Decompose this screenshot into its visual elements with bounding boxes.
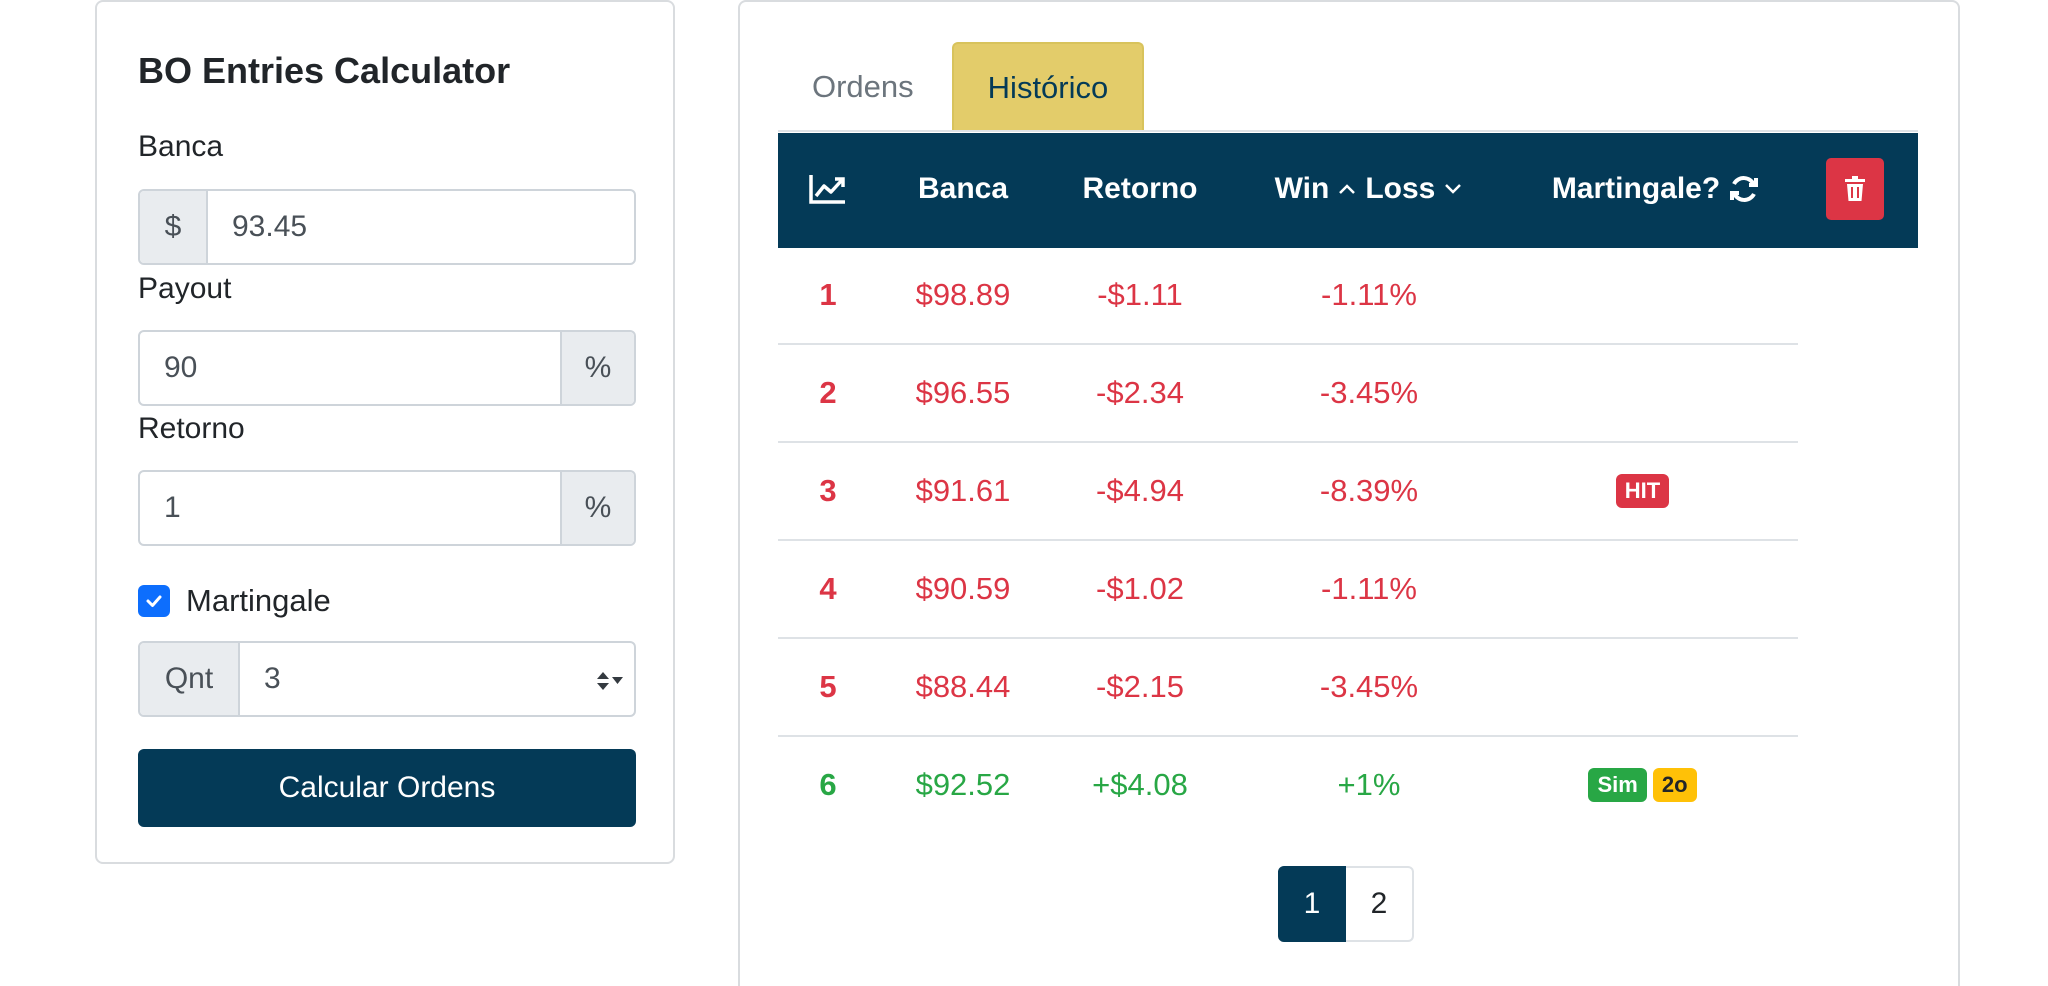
header-win[interactable]: Win — [1275, 172, 1330, 206]
page-1-button[interactable]: 1 — [1278, 866, 1346, 942]
retorno-suffix: % — [560, 472, 634, 544]
payout-label: Payout — [138, 272, 232, 305]
row-retorno: -$1.02 — [1096, 571, 1184, 606]
header-win-loss: Win Loss — [1232, 133, 1506, 245]
banca-prefix: $ — [140, 191, 208, 263]
row-martingale — [1506, 541, 1779, 637]
history-card: Ordens Histórico Banca Retorno Win Loss … — [738, 0, 1960, 986]
row-retorno: -$1.11 — [1097, 277, 1183, 312]
table-row: 5 $88.44 -$2.15 -3.45% — [778, 639, 1798, 737]
table-row: 3 $91.61 -$4.94 -8.39% HIT — [778, 443, 1798, 541]
header-banca: Banca — [917, 172, 1009, 205]
row-index: 2 — [819, 375, 837, 410]
row-banca: $91.61 — [915, 473, 1011, 508]
payout-suffix: % — [560, 332, 634, 404]
calcular-ordens-button[interactable]: Calcular Ordens — [138, 749, 636, 827]
banca-input[interactable]: 93.45 — [208, 191, 634, 263]
row-index: 6 — [819, 767, 837, 802]
row-retorno: -$2.34 — [1096, 375, 1184, 410]
retorno-input[interactable]: 1 — [140, 472, 560, 544]
refresh-icon[interactable] — [1728, 173, 1760, 205]
table-row: 4 $90.59 -$1.02 -1.11% — [778, 541, 1798, 639]
martingale-checkbox[interactable] — [138, 585, 170, 617]
table-row: 1 $98.89 -$1.11 -1.11% — [778, 247, 1798, 345]
row-banca: $98.89 — [915, 277, 1011, 312]
pagination: 1 2 — [1278, 866, 1414, 942]
header-martingale: Martingale? — [1506, 133, 1806, 245]
qnt-value: 3 — [264, 662, 281, 695]
tabs-divider — [778, 130, 1918, 132]
payout-input[interactable]: 90 — [140, 332, 560, 404]
page-2-button[interactable]: 2 — [1346, 866, 1414, 942]
row-percent: +1% — [1337, 767, 1401, 802]
chart-line-icon — [809, 175, 845, 204]
martingale-row: Martingale — [138, 583, 331, 619]
row-percent: -1.11% — [1321, 277, 1417, 312]
table-header: Banca Retorno Win Loss Martingale? — [778, 133, 1918, 248]
row-retorno: +$4.08 — [1092, 767, 1188, 802]
row-percent: -3.45% — [1319, 669, 1419, 704]
row-percent: -3.45% — [1319, 375, 1419, 410]
table-row: 6 $92.52 +$4.08 +1% Sim 2o — [778, 737, 1798, 835]
retorno-label: Retorno — [138, 412, 245, 445]
qnt-input-group: Qnt 3 — [138, 641, 636, 717]
row-index: 1 — [819, 277, 837, 312]
row-banca: $92.52 — [915, 767, 1011, 802]
payout-input-group: 90 % — [138, 330, 636, 406]
row-index: 4 — [819, 571, 837, 606]
calculator-title: BO Entries Calculator — [138, 50, 511, 91]
row-martingale — [1506, 345, 1779, 441]
clear-history-button[interactable] — [1826, 158, 1884, 220]
badge-hit: HIT — [1615, 474, 1670, 508]
row-retorno: -$4.94 — [1096, 473, 1184, 508]
row-percent: -8.39% — [1319, 473, 1419, 508]
header-loss[interactable]: Loss — [1365, 172, 1435, 206]
select-arrows-icon — [597, 672, 623, 690]
row-banca: $88.44 — [915, 669, 1011, 704]
row-index: 3 — [819, 473, 837, 508]
banca-input-group: $ 93.45 — [138, 189, 636, 265]
qnt-prefix: Qnt — [140, 643, 240, 715]
chart-column-header[interactable] — [778, 133, 878, 245]
row-martingale: Sim 2o — [1506, 737, 1779, 833]
table-row: 2 $96.55 -$2.34 -3.45% — [778, 345, 1798, 443]
calculator-card: BO Entries Calculator Banca $ 93.45 Payo… — [95, 0, 675, 864]
row-banca: $96.55 — [915, 375, 1011, 410]
row-retorno: -$2.15 — [1096, 669, 1184, 704]
row-percent: -1.11% — [1321, 571, 1417, 606]
badge-sim: Sim — [1588, 768, 1647, 802]
tabs: Ordens Histórico — [778, 42, 1145, 132]
row-martingale: HIT — [1506, 443, 1779, 539]
row-martingale — [1506, 247, 1779, 343]
badge-2o: 2o — [1652, 768, 1697, 802]
tab-historico[interactable]: Histórico — [951, 42, 1145, 132]
martingale-label: Martingale — [186, 583, 331, 618]
chevron-down-icon[interactable] — [1443, 182, 1463, 196]
row-index: 5 — [819, 669, 837, 704]
trash-icon — [1845, 176, 1865, 201]
chevron-up-icon[interactable] — [1337, 182, 1357, 196]
row-martingale — [1506, 639, 1779, 735]
check-icon — [146, 595, 162, 607]
header-martingale-label: Martingale? — [1551, 172, 1721, 205]
tab-ordens[interactable]: Ordens — [778, 42, 948, 132]
retorno-input-group: 1 % — [138, 470, 636, 546]
banca-label: Banca — [138, 130, 224, 163]
qnt-select[interactable]: 3 — [240, 643, 634, 715]
row-banca: $90.59 — [915, 571, 1011, 606]
header-retorno: Retorno — [1082, 172, 1198, 205]
history-rows: 1 $98.89 -$1.11 -1.11% 2 $96.55 -$2.34 -3.45% 3 $… — [778, 247, 1798, 835]
